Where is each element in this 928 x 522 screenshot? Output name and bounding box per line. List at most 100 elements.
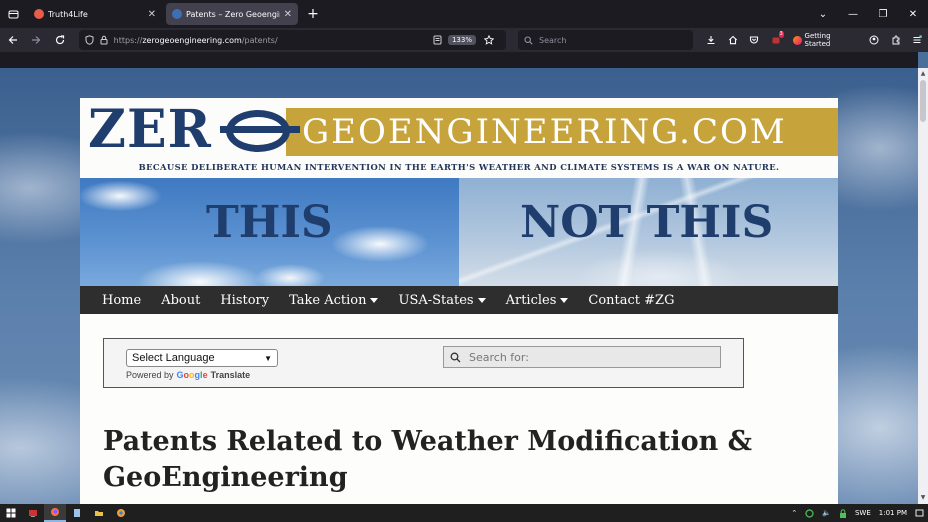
google-letter: e xyxy=(202,370,208,380)
url-text[interactable]: https://zerogeoengineering.com/patents/ xyxy=(114,36,433,45)
tab-close-icon[interactable]: ✕ xyxy=(148,9,156,20)
search-placeholder: Search xyxy=(538,35,567,45)
notepad-icon xyxy=(74,509,80,517)
url-path: /patents/ xyxy=(241,35,278,45)
firefox-icon xyxy=(792,35,802,45)
search-bar[interactable]: Search xyxy=(517,30,693,50)
close-window-icon[interactable]: ✕ xyxy=(898,9,928,20)
home-icon xyxy=(728,35,737,45)
account-icon xyxy=(869,35,879,45)
scroll-down-icon[interactable]: ▼ xyxy=(919,494,927,502)
menu-label: History xyxy=(220,292,270,308)
input-language[interactable]: SWE xyxy=(855,509,871,517)
url-host: zerogeoengineering.com xyxy=(142,35,242,45)
zoom-level-badge[interactable]: 133% xyxy=(447,35,476,45)
home-button[interactable] xyxy=(722,30,744,50)
language-select[interactable]: Select Language ▼ xyxy=(126,349,278,367)
getting-started-bookmark[interactable]: Getting Started xyxy=(792,32,858,48)
chrome-icon xyxy=(117,509,125,517)
windows-taskbar: ⌃ 🔈 SWE 1:01 PM xyxy=(0,504,928,522)
logo-zero-bar xyxy=(220,126,300,133)
folder-icon xyxy=(95,511,103,516)
hamburger-menu-icon xyxy=(913,35,923,44)
puzzle-icon xyxy=(892,35,900,45)
tab-label: Patents – Zero Geoengineering xyxy=(186,9,280,19)
site-tagline: BECAUSE DELIBERATE HUMAN INTERVENTION IN… xyxy=(138,162,780,172)
tab-label: Truth4Life xyxy=(48,9,88,19)
start-button[interactable] xyxy=(0,504,22,522)
google-logo[interactable]: Google xyxy=(177,370,208,380)
firefox-icon xyxy=(51,508,59,516)
forward-button[interactable] xyxy=(26,30,48,50)
menu-item-about[interactable]: About xyxy=(151,286,210,314)
lock-icon[interactable] xyxy=(100,35,108,45)
back-button[interactable] xyxy=(2,30,24,50)
extension-button[interactable]: 3 xyxy=(765,30,787,50)
page-top-strip xyxy=(0,52,918,68)
reload-icon xyxy=(55,35,64,45)
volume-icon[interactable]: 🔈 xyxy=(822,509,831,517)
list-all-tabs-icon[interactable]: ⌄ xyxy=(808,9,838,20)
tray-sync-icon[interactable] xyxy=(805,508,814,518)
powered-by-label: Powered by xyxy=(126,370,174,380)
bookmark-star-icon[interactable] xyxy=(483,35,494,45)
account-button[interactable] xyxy=(863,30,885,50)
taskbar-app-firefox[interactable] xyxy=(44,504,66,522)
extension-badge: 3 xyxy=(778,31,784,38)
main-menu: Home About History Take Action USA-State… xyxy=(80,286,838,314)
tab-strip: Truth4Life ✕ Patents – Zero Geoengineeri… xyxy=(0,0,928,28)
not-this-label: NOT THIS xyxy=(520,197,774,248)
taskbar-app-notepad[interactable] xyxy=(66,504,88,522)
media-app-icon xyxy=(29,510,37,517)
shield-icon[interactable] xyxy=(85,35,94,45)
logo-domain-text: GEOENGINEERING.COM xyxy=(302,112,787,152)
menu-label: USA-States xyxy=(398,292,474,308)
reader-view-icon[interactable] xyxy=(433,35,442,45)
clock-time[interactable]: 1:01 PM xyxy=(879,509,907,517)
taskbar-app-media[interactable] xyxy=(22,504,44,522)
tab-overview-button[interactable] xyxy=(2,3,24,25)
menu-item-articles[interactable]: Articles xyxy=(496,286,579,314)
menu-item-take-action[interactable]: Take Action xyxy=(279,286,388,314)
zero-geo-favicon-icon xyxy=(172,9,182,19)
scroll-thumb[interactable] xyxy=(920,80,926,122)
pocket-button[interactable] xyxy=(744,30,766,50)
minimize-icon[interactable]: — xyxy=(838,9,868,20)
url-bar[interactable]: https://zerogeoengineering.com/patents/ … xyxy=(78,30,506,50)
security-lock-icon[interactable] xyxy=(839,508,847,518)
menu-label: Take Action xyxy=(289,292,367,308)
notifications-icon[interactable] xyxy=(915,509,924,518)
menu-item-history[interactable]: History xyxy=(210,286,279,314)
page-scrollbar[interactable]: ▲ ▼ xyxy=(918,68,928,504)
windows-logo-icon xyxy=(6,508,16,518)
taskbar-app-chrome[interactable] xyxy=(110,504,132,522)
translate-link[interactable]: Translate xyxy=(211,370,251,380)
taskbar-app-explorer[interactable] xyxy=(88,504,110,522)
back-arrow-icon xyxy=(8,36,17,44)
menu-label: Contact #ZG xyxy=(588,292,675,308)
menu-item-contact[interactable]: Contact #ZG xyxy=(578,286,684,314)
language-select-value: Select Language xyxy=(132,352,215,364)
google-letter: G xyxy=(176,370,184,380)
menu-item-home[interactable]: Home xyxy=(92,286,151,314)
search-icon xyxy=(524,35,533,45)
scroll-up-icon[interactable]: ▲ xyxy=(919,70,927,78)
new-tab-button[interactable]: + xyxy=(302,3,324,25)
restore-icon[interactable]: ❐ xyxy=(868,9,898,20)
menu-label: About xyxy=(161,292,201,308)
caret-down-icon xyxy=(477,297,486,303)
tab-close-icon[interactable]: ✕ xyxy=(284,9,292,20)
site-header-banner[interactable]: ZER GEOENGINEERING.COM BECAUSE DELIBERAT… xyxy=(80,98,838,286)
tab-patents[interactable]: Patents – Zero Geoengineering ✕ xyxy=(166,3,298,25)
save-to-pocket-button[interactable] xyxy=(701,30,723,50)
pocket-icon xyxy=(750,36,759,44)
tray-overflow-icon[interactable]: ⌃ xyxy=(791,509,797,517)
app-menu-button[interactable] xyxy=(906,30,928,50)
reload-button[interactable] xyxy=(49,30,71,50)
site-search-input[interactable]: Search for: xyxy=(443,346,721,368)
url-scheme: https:// xyxy=(113,35,143,45)
download-icon xyxy=(707,36,715,45)
menu-item-usa-states[interactable]: USA-States xyxy=(388,286,495,314)
tab-truth4life[interactable]: Truth4Life ✕ xyxy=(28,3,162,25)
extensions-button[interactable] xyxy=(885,30,907,50)
